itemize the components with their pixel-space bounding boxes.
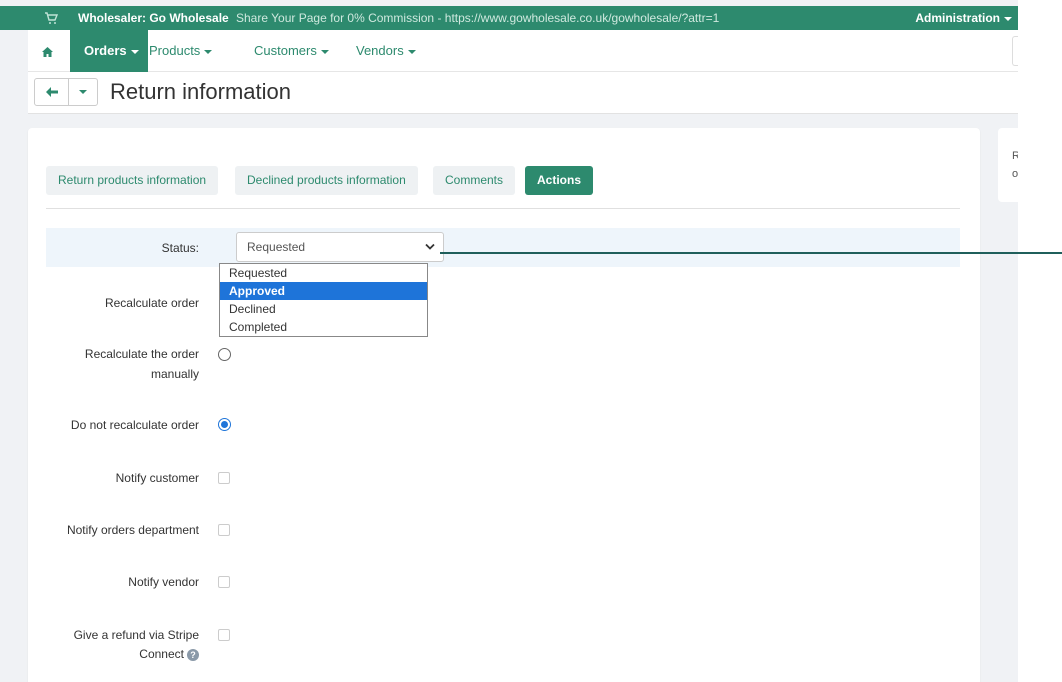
annotation-connector-line: [440, 252, 1062, 254]
side-card-text-2: o: [1012, 168, 1018, 180]
cart-icon[interactable]: [44, 11, 58, 25]
status-select[interactable]: Requested: [236, 232, 444, 262]
status-option-declined[interactable]: Declined: [220, 300, 427, 318]
notify-customer-label: Notify customer: [115, 471, 199, 485]
stripe-refund-label-text: Connect: [139, 647, 184, 661]
chevron-down-icon: [320, 49, 329, 54]
chevron-down-icon: [79, 90, 87, 94]
store-name[interactable]: Wholesaler: Go Wholesale: [78, 11, 229, 25]
nav-products-label: Products: [149, 43, 201, 58]
home-icon: [41, 46, 53, 57]
nav-home[interactable]: [28, 30, 66, 72]
nav-customers[interactable]: Customers: [254, 30, 329, 72]
do-not-recalculate-label: Do not recalculate order: [70, 418, 199, 432]
main-nav: Orders Products Customers Vendors: [28, 30, 1018, 72]
back-dropdown-button[interactable]: [69, 79, 97, 105]
promo-banner[interactable]: Share Your Page for 0% Commission - http…: [236, 11, 719, 25]
chevron-down-icon: [1004, 16, 1012, 21]
title-bar: Return information: [28, 72, 1018, 114]
nav-customers-label: Customers: [254, 43, 317, 58]
question-circle-icon[interactable]: ?: [187, 648, 199, 661]
tab-actions[interactable]: Actions: [525, 166, 594, 195]
nav-vendors-label: Vendors: [356, 43, 404, 58]
status-options-list: Requested Approved Declined Completed: [219, 263, 428, 337]
administration-menu[interactable]: Administration: [915, 11, 1012, 25]
recalculate-manually-label-line1: Recalculate the order: [84, 347, 199, 361]
recalculate-order-label: Recalculate order: [104, 296, 199, 310]
notify-customer-checkbox[interactable]: [218, 472, 230, 484]
viewport: Wholesaler: Go Wholesale Share Your Page…: [0, 0, 1062, 682]
status-option-approved[interactable]: Approved: [220, 282, 427, 300]
status-select-value: Requested: [247, 240, 306, 254]
stripe-refund-checkbox[interactable]: [218, 629, 230, 641]
status-option-requested[interactable]: Requested: [220, 264, 427, 282]
notify-vendor-label: Notify vendor: [128, 575, 199, 589]
status-option-completed[interactable]: Completed: [220, 318, 427, 336]
page-title: Return information: [110, 79, 291, 104]
nav-vendors[interactable]: Vendors: [356, 30, 416, 72]
chevron-down-icon: [425, 243, 435, 250]
tab-return-products-information[interactable]: Return products information: [46, 166, 219, 195]
return-info-card: Return products information Declined pro…: [28, 128, 980, 682]
do-not-recalculate-radio[interactable]: [218, 418, 231, 431]
side-card-text-1: R: [1012, 150, 1018, 162]
nav-products[interactable]: Products: [149, 30, 213, 72]
arrow-left-icon: [45, 87, 58, 97]
tab-comments[interactable]: Comments: [433, 166, 516, 195]
stripe-refund-label-line2: Connect?: [46, 647, 199, 661]
chevron-down-icon: [130, 49, 139, 54]
app-window: Wholesaler: Go Wholesale Share Your Page…: [0, 0, 1018, 682]
status-row: Status: Requested: [46, 228, 960, 267]
tabs-divider: [46, 208, 960, 209]
nav-orders[interactable]: Orders: [70, 30, 148, 72]
notify-orders-department-label: Notify orders department: [66, 523, 199, 537]
notify-orders-department-checkbox[interactable]: [218, 524, 230, 536]
side-info-card: R o: [998, 128, 1018, 202]
recalculate-manually-label-line2: manually: [150, 367, 199, 381]
top-bar: Wholesaler: Go Wholesale Share Your Page…: [0, 6, 1018, 30]
chevron-down-icon: [407, 49, 416, 54]
recalculate-manually-radio[interactable]: [218, 348, 231, 361]
stripe-refund-label-line1: Give a refund via Stripe: [73, 628, 199, 642]
nav-orders-label: Orders: [84, 43, 127, 58]
notify-vendor-checkbox[interactable]: [218, 576, 230, 588]
chevron-down-icon: [204, 49, 213, 54]
back-button-group: [34, 78, 98, 106]
administration-label: Administration: [915, 11, 1000, 25]
tab-declined-products-information[interactable]: Declined products information: [235, 166, 418, 195]
nav-search-box[interactable]: [1012, 36, 1018, 66]
back-button[interactable]: [35, 79, 69, 105]
status-label: Status:: [161, 241, 199, 255]
